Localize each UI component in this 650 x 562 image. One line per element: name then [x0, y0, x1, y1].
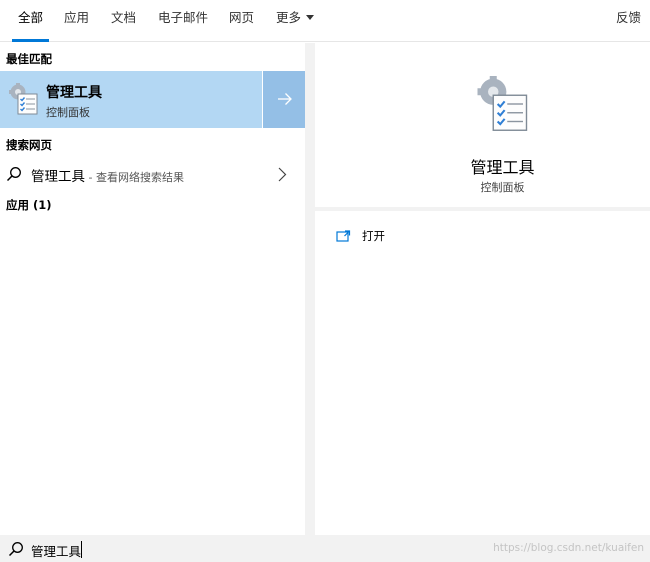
- tab-email[interactable]: 电子邮件: [158, 0, 208, 42]
- search-box[interactable]: 管理工具 https://blog.csdn.net/kuaifen: [0, 535, 650, 562]
- preview-pane: 管理工具 控制面板 打开: [315, 43, 650, 535]
- open-details-button[interactable]: [262, 71, 305, 128]
- web-search-result[interactable]: 管理工具 - 查看网络搜索结果: [0, 162, 305, 186]
- chevron-down-icon: [306, 15, 315, 20]
- best-match-name: 管理工具: [46, 85, 102, 101]
- open-icon: [336, 230, 351, 242]
- tab-all[interactable]: 全部: [11, 0, 50, 42]
- search-input[interactable]: 管理工具: [31, 541, 81, 560]
- best-match-result[interactable]: 管理工具 控制面板: [0, 71, 305, 128]
- preview-separator: [315, 207, 650, 211]
- admin-tools-icon: [477, 76, 528, 131]
- search-icon: [8, 542, 23, 557]
- arrow-right-icon: [278, 93, 292, 105]
- apps-heading: 应用 (1): [6, 198, 52, 212]
- web-search-hint: - 查看网络搜索结果: [85, 171, 184, 184]
- open-action[interactable]: 打开: [336, 227, 456, 247]
- preview-header: 管理工具 控制面板: [315, 53, 650, 208]
- tab-more-label: 更多: [276, 10, 302, 25]
- preview-subtitle: 控制面板: [480, 181, 525, 194]
- best-match-subtitle: 控制面板: [46, 106, 90, 119]
- search-icon: [6, 167, 21, 182]
- tab-web[interactable]: 网页: [229, 0, 254, 42]
- best-match-heading: 最佳匹配: [6, 52, 52, 66]
- chevron-right-icon: [278, 167, 287, 182]
- open-label: 打开: [362, 229, 385, 243]
- results-pane: 最佳匹配 管理工具 控制面板 搜索网页 管理工具 - 查看网络搜索结果 应用 (…: [0, 43, 305, 535]
- tab-documents[interactable]: 文档: [111, 0, 136, 42]
- feedback-button[interactable]: 反馈: [616, 0, 641, 42]
- tab-apps[interactable]: 应用: [64, 0, 89, 42]
- preview-title: 管理工具: [470, 158, 535, 177]
- pane-divider: [305, 43, 315, 535]
- text-cursor: [81, 541, 82, 558]
- web-search-query: 管理工具: [31, 169, 85, 185]
- admin-tools-icon: [9, 83, 38, 115]
- search-scope-tabs: 全部 应用 文档 电子邮件 网页 更多 反馈: [0, 0, 650, 42]
- web-search-text: 管理工具 - 查看网络搜索结果: [31, 165, 184, 185]
- web-search-heading: 搜索网页: [6, 138, 52, 152]
- watermark-text: https://blog.csdn.net/kuaifen: [493, 542, 644, 554]
- tab-more[interactable]: 更多: [276, 0, 315, 42]
